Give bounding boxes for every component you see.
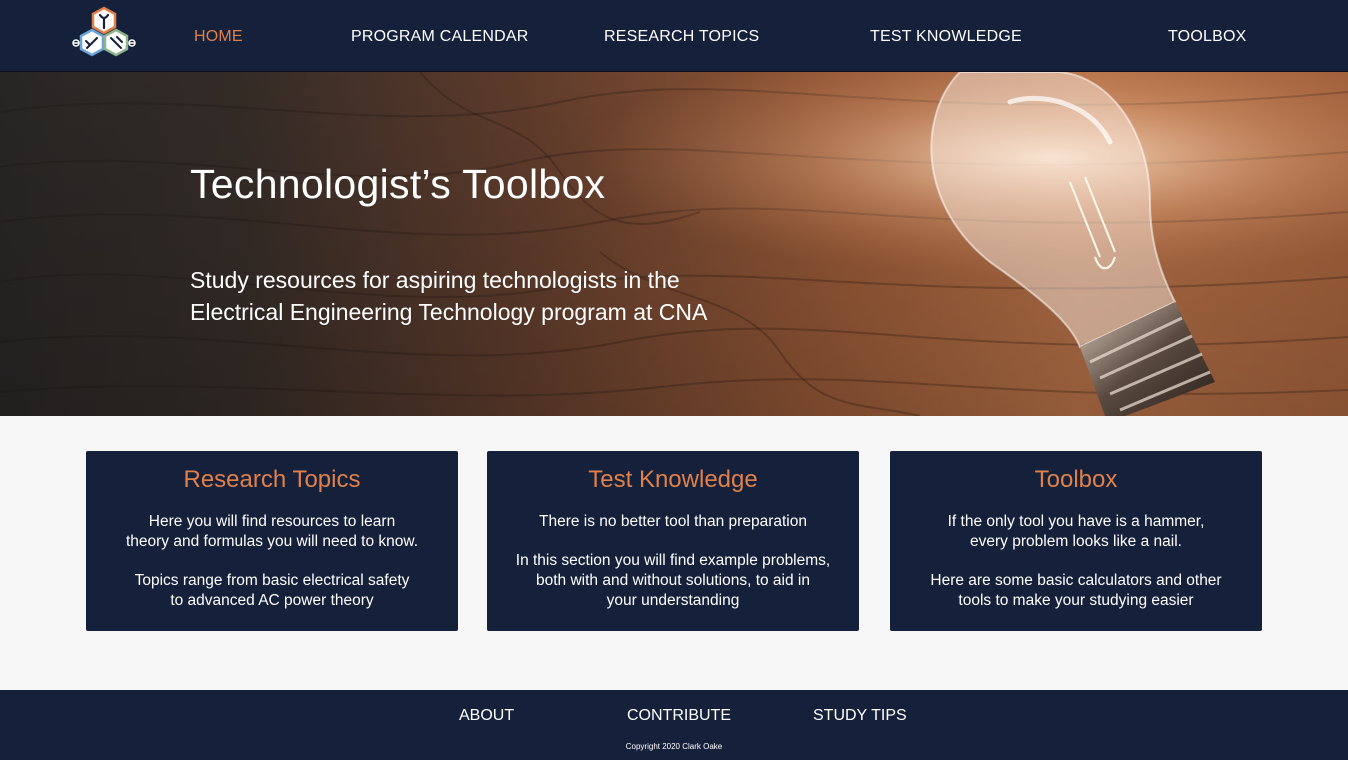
card-title: Toolbox	[1034, 466, 1118, 493]
card-text-line: your understanding	[606, 592, 740, 609]
hero-subtitle-line: Electrical Engineering Technology progra…	[190, 299, 708, 325]
card-text-line: Topics range from basic electrical safet…	[134, 572, 410, 589]
footer-link-study-tips[interactable]: STUDY TIPS	[813, 706, 907, 726]
footer-link-contribute[interactable]: CONTRIBUTE	[627, 706, 731, 726]
nav-link-toolbox[interactable]: TOOLBOX	[1168, 27, 1246, 47]
card-text-line: If the only tool you have is a hammer,	[947, 513, 1205, 530]
card-text-line: Here you will find resources to learn	[148, 513, 396, 530]
hero-title: Technologist’s Toolbox	[190, 161, 606, 207]
card-paragraph: If the only tool you have is a hammer, e…	[900, 512, 1252, 552]
card-text-line: There is no better tool than preparation	[539, 513, 807, 530]
footer: ABOUT CONTRIBUTE STUDY TIPS Copyright 20…	[0, 690, 1348, 760]
light-bulb-on-wood	[0, 72, 1348, 416]
card-toolbox[interactable]: Toolbox If the only tool you have is a h…	[890, 451, 1262, 631]
card-title: Research Topics	[183, 466, 361, 493]
card-body: If the only tool you have is a hammer, e…	[900, 512, 1252, 611]
nav-link-program-calendar[interactable]: PROGRAM CALENDAR	[351, 27, 528, 47]
copyright-text: Copyright 2020 Clark Oake	[625, 742, 723, 751]
card-paragraph: Here you will find resources to learn th…	[96, 512, 448, 552]
footer-link-about[interactable]: ABOUT	[459, 706, 514, 726]
card-text-line: Here are some basic calculators and othe…	[930, 572, 1222, 589]
card-paragraph: There is no better tool than preparation	[497, 512, 849, 532]
top-navigation-bar: HOME PROGRAM CALENDAR RESEARCH TOPICS TE…	[0, 0, 1348, 72]
card-text-line: every problem looks like a nail.	[970, 533, 1182, 550]
card-text-line: both with and without solutions, to aid …	[535, 572, 810, 589]
card-body: There is no better tool than preparation…	[497, 512, 849, 611]
card-body: Here you will find resources to learn th…	[96, 512, 448, 611]
hexagon-tools-logo[interactable]	[68, 6, 140, 66]
hero-subtitle-line: Study resources for aspiring technologis…	[190, 267, 680, 293]
card-text-line: tools to make your studying easier	[958, 592, 1194, 609]
nav-link-research-topics[interactable]: RESEARCH TOPICS	[604, 27, 759, 47]
card-test-knowledge[interactable]: Test Knowledge There is no better tool t…	[487, 451, 859, 631]
page: HOME PROGRAM CALENDAR RESEARCH TOPICS TE…	[0, 0, 1348, 760]
card-paragraph: In this section you will find example pr…	[497, 551, 849, 611]
card-paragraph: Topics range from basic electrical safet…	[96, 571, 448, 611]
card-text-line: theory and formulas you will need to kno…	[125, 533, 419, 550]
card-research-topics[interactable]: Research Topics Here you will find resou…	[86, 451, 458, 631]
card-title: Test Knowledge	[588, 466, 758, 493]
hero-subtitle: Study resources for aspiring technologis…	[190, 264, 830, 328]
card-text-line: In this section you will find example pr…	[515, 552, 831, 569]
hero-banner: Technologist’s Toolbox Study resources f…	[0, 72, 1348, 416]
card-paragraph: Here are some basic calculators and othe…	[900, 571, 1252, 611]
nav-link-home[interactable]: HOME	[194, 27, 243, 47]
nav-link-test-knowledge[interactable]: TEST KNOWLEDGE	[870, 27, 1022, 47]
card-text-line: to advanced AC power theory	[170, 592, 374, 609]
